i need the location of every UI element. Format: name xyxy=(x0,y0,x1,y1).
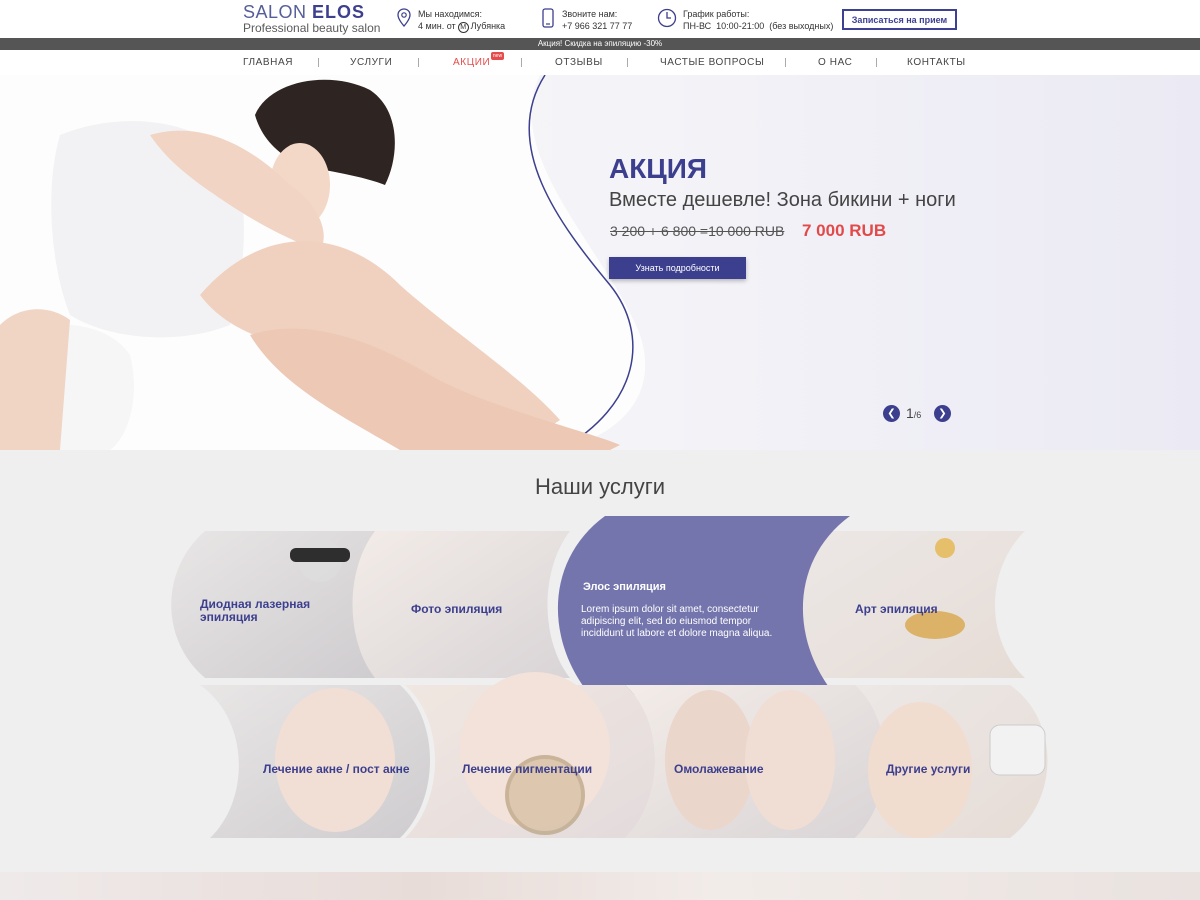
service-label-pigment[interactable]: Лечение пигментации xyxy=(462,763,592,776)
service-label-elos[interactable]: Элос эпиляция xyxy=(583,581,666,593)
service-label-art[interactable]: Арт эпиляция xyxy=(855,603,938,616)
next-section-preview xyxy=(0,872,1200,900)
service-label-acne[interactable]: Лечение акне / пост акне xyxy=(263,763,410,776)
service-label-diode[interactable]: Диодная лазерная эпиляция xyxy=(200,598,340,624)
service-featured-description: Lorem ipsum dolor sit amet, consectetur … xyxy=(581,604,773,639)
services-grid xyxy=(171,516,1048,838)
service-label-rejuvenation[interactable]: Омолажевание xyxy=(674,763,764,776)
service-label-photo[interactable]: Фото эпиляция xyxy=(411,603,502,616)
service-label-other[interactable]: Другие услуги xyxy=(886,763,970,776)
